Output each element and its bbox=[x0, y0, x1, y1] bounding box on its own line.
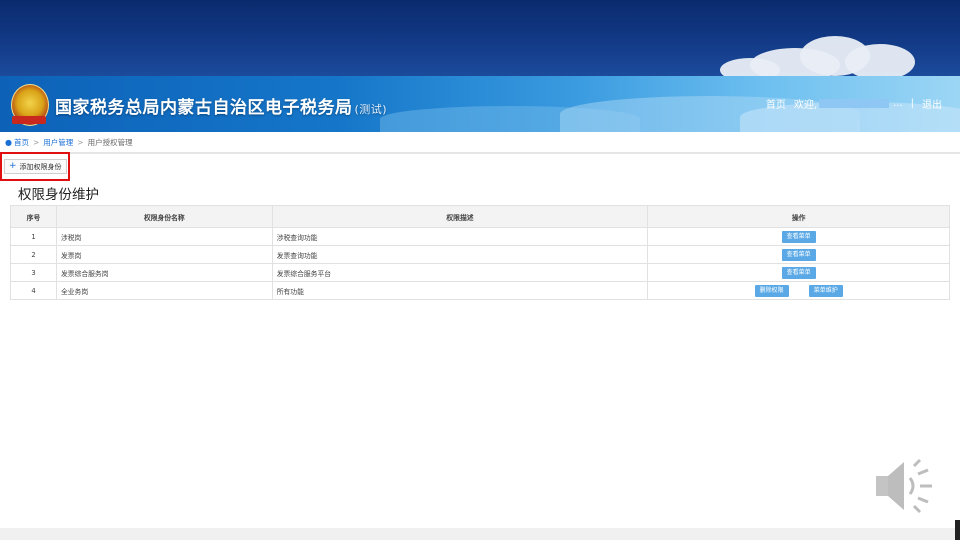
row-actions: 删除权限 菜单维护 bbox=[647, 281, 950, 300]
delete-permission-button[interactable]: 删除权限 bbox=[754, 284, 789, 297]
breadcrumb-arrow: > bbox=[77, 138, 84, 147]
nav-separator: | bbox=[910, 98, 914, 109]
top-nav: 首页 欢迎, ... | 退出 bbox=[766, 96, 942, 111]
permission-role-table: 序号 权限身份名称 权限描述 操作 1 涉税岗 涉税查询功能 查看菜单 2 发票… bbox=[10, 205, 950, 300]
row-index: 4 bbox=[10, 281, 57, 300]
breadcrumb-user-mgmt-link[interactable]: 用户管理 bbox=[43, 137, 73, 148]
menu-maintenance-button[interactable]: 菜单维护 bbox=[808, 284, 843, 297]
col-header-index: 序号 bbox=[10, 205, 57, 228]
add-permission-role-label: 添加权限身份 bbox=[19, 162, 62, 171]
header-sky-banner bbox=[0, 0, 960, 76]
nav-logout-link[interactable]: 退出 bbox=[922, 96, 942, 111]
row-role-name: 发票综合服务岗 bbox=[55, 263, 273, 282]
table-row: 1 涉税岗 涉税查询功能 查看菜单 bbox=[10, 227, 950, 246]
col-header-role-name: 权限身份名称 bbox=[55, 205, 273, 228]
table-row: 2 发票岗 发票查询功能 查看菜单 bbox=[10, 245, 950, 264]
row-description: 发票查询功能 bbox=[271, 245, 649, 264]
site-title: 国家税务总局内蒙古自治区电子税务局 (测试) bbox=[55, 93, 387, 118]
table-header-row: 序号 权限身份名称 权限描述 操作 bbox=[10, 205, 950, 228]
row-actions: 查看菜单 bbox=[647, 245, 950, 264]
header-banner: 国家税务总局内蒙古自治区电子税务局 (测试) 首页 欢迎, ... | 退出 bbox=[0, 76, 960, 132]
row-description: 发票综合服务平台 bbox=[271, 263, 649, 282]
row-index: 3 bbox=[10, 263, 57, 282]
view-menu-button[interactable]: 查看菜单 bbox=[781, 266, 816, 279]
nav-home-link[interactable]: 首页 bbox=[766, 96, 786, 111]
row-description: 所有功能 bbox=[271, 281, 649, 300]
location-pin-icon: ● bbox=[5, 138, 12, 147]
row-role-name: 发票岗 bbox=[55, 245, 273, 264]
plus-icon: + bbox=[9, 161, 17, 171]
breadcrumb-arrow: > bbox=[32, 138, 40, 147]
site-title-text: 国家税务总局内蒙古自治区电子税务局 bbox=[55, 98, 353, 118]
breadcrumb-home-link[interactable]: 首页 bbox=[14, 137, 29, 148]
header-divider bbox=[0, 152, 960, 154]
page-title: 权限身份维护 bbox=[18, 187, 99, 203]
site-title-tag: (测试) bbox=[354, 103, 388, 116]
view-menu-button[interactable]: 查看菜单 bbox=[781, 230, 816, 243]
add-permission-role-button[interactable]: + 添加权限身份 bbox=[4, 159, 67, 174]
view-menu-button[interactable]: 查看菜单 bbox=[781, 248, 816, 261]
table-row: 4 全业务岗 所有功能 删除权限 菜单维护 bbox=[10, 281, 950, 300]
nav-welcome-text: 欢迎, bbox=[793, 100, 818, 111]
username-redacted bbox=[819, 99, 890, 108]
footer-bar bbox=[0, 528, 960, 540]
row-role-name: 全业务岗 bbox=[55, 281, 273, 300]
row-actions: 查看菜单 bbox=[647, 263, 950, 282]
col-header-description: 权限描述 bbox=[271, 205, 649, 228]
row-index: 2 bbox=[10, 245, 57, 264]
row-description: 涉税查询功能 bbox=[271, 227, 649, 246]
row-actions: 查看菜单 bbox=[647, 227, 950, 246]
nav-username-dots: ... bbox=[893, 98, 903, 109]
col-header-actions: 操作 bbox=[647, 205, 950, 228]
table-row: 3 发票综合服务岗 发票综合服务平台 查看菜单 bbox=[10, 263, 950, 282]
speaker-icon[interactable] bbox=[870, 456, 936, 516]
breadcrumb-current: 用户授权管理 bbox=[87, 138, 133, 147]
breadcrumb: ● 首页 > 用户管理 > 用户授权管理 bbox=[5, 137, 133, 148]
emblem-ribbon bbox=[12, 116, 46, 124]
scrollbar-thumb[interactable] bbox=[955, 520, 960, 540]
row-index: 1 bbox=[10, 227, 57, 246]
row-role-name: 涉税岗 bbox=[55, 227, 273, 246]
